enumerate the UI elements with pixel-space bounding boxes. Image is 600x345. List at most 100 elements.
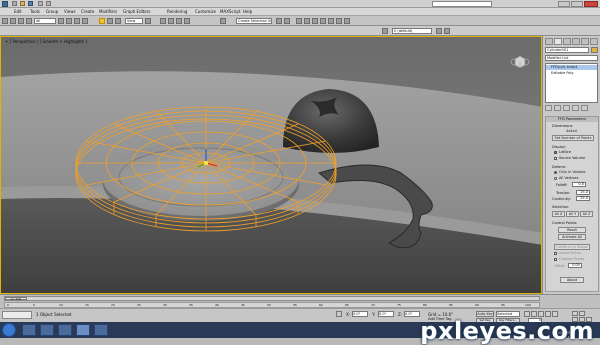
layer-dropdown[interactable]: 0 (default)	[392, 28, 432, 34]
menu-graph-editors[interactable]: Graph Editors	[123, 9, 150, 14]
taskbar-explorer-icon[interactable]	[22, 324, 36, 336]
taskbar-photoshop-icon[interactable]	[94, 324, 108, 336]
material-editor-icon[interactable]	[320, 18, 326, 24]
y-coordinate-field[interactable]: 0.0"	[378, 311, 394, 317]
remove-modifier-icon[interactable]	[572, 105, 579, 111]
add-to-layer-icon[interactable]	[436, 28, 442, 34]
menu-maxscript[interactable]: MAXScript	[220, 9, 241, 14]
start-button-icon[interactable]	[2, 323, 16, 337]
select-and-move-icon[interactable]	[99, 18, 105, 24]
time-slider[interactable]: 0 / 100	[4, 296, 540, 301]
select-and-scale-icon[interactable]	[115, 18, 121, 24]
outside-points-checkbox[interactable]	[554, 258, 557, 261]
schematic-view-icon[interactable]	[312, 18, 318, 24]
link-icon[interactable]	[18, 18, 24, 24]
select-and-rotate-icon[interactable]	[107, 18, 113, 24]
about-button[interactable]: About	[560, 277, 584, 283]
pivot-center-icon[interactable]	[145, 18, 151, 24]
object-name-field[interactable]: Cylinder001	[545, 47, 589, 53]
save-file-icon[interactable]	[28, 1, 33, 6]
layer-icon[interactable]	[382, 28, 388, 34]
reset-button[interactable]: Reset	[558, 227, 586, 233]
rectangular-selection-icon[interactable]	[74, 18, 80, 24]
conform-to-shape-button[interactable]: Conform to Shape	[554, 244, 590, 250]
tension-field[interactable]: 25.0	[576, 190, 590, 195]
menu-rendering[interactable]: Rendering	[167, 9, 187, 14]
menu-edit[interactable]: Edit	[14, 9, 22, 14]
lattice-checkbox[interactable]	[554, 151, 557, 154]
time-slider-handle[interactable]: 0 / 100	[5, 297, 27, 301]
undo-icon[interactable]	[38, 1, 43, 6]
animate-all-button[interactable]: Animate All	[558, 234, 586, 240]
stack-item-editable-poly[interactable]: Editable Poly	[546, 71, 597, 76]
mirror-icon[interactable]	[276, 18, 282, 24]
select-in-layer-icon[interactable]	[444, 28, 450, 34]
percent-snap-icon[interactable]	[176, 18, 182, 24]
all-x-button[interactable]: All X	[552, 211, 565, 217]
align-icon[interactable]	[284, 18, 290, 24]
close-button[interactable]	[584, 1, 598, 7]
maximize-button[interactable]	[571, 1, 583, 7]
pin-stack-icon[interactable]	[545, 105, 552, 111]
lock-selection-icon[interactable]	[336, 311, 342, 317]
configure-sets-icon[interactable]	[581, 105, 588, 111]
undo-toolbar-icon[interactable]	[2, 18, 8, 24]
taskbar-browser-icon[interactable]	[58, 324, 72, 336]
modify-tab-icon[interactable]	[554, 38, 562, 45]
redo-icon[interactable]	[46, 1, 51, 6]
select-by-name-icon[interactable]	[66, 18, 72, 24]
show-end-result-icon[interactable]	[554, 105, 561, 111]
new-file-icon[interactable]	[12, 1, 17, 6]
menu-help[interactable]: Help	[243, 9, 252, 14]
modifier-list-dropdown[interactable]: Modifier List	[545, 55, 598, 61]
named-selection-dropdown[interactable]: Create Selection Se	[236, 18, 272, 24]
set-number-of-points-button[interactable]: Set Number of Points	[552, 135, 594, 141]
search-field[interactable]	[432, 1, 492, 7]
menu-modifiers[interactable]: Modifiers	[99, 9, 117, 14]
app-logo-icon[interactable]	[2, 1, 8, 7]
stack-item-ffd[interactable]: FFD(cyl) 4x4x4	[546, 65, 597, 70]
hierarchy-tab-icon[interactable]	[563, 38, 571, 45]
render-production-icon[interactable]	[344, 18, 350, 24]
all-vertices-radio[interactable]	[554, 177, 557, 180]
falloff-field[interactable]: 0.0	[572, 182, 586, 187]
menu-tools[interactable]: Tools	[30, 9, 40, 14]
menu-customize[interactable]: Customize	[195, 9, 216, 14]
source-volume-checkbox[interactable]	[554, 157, 557, 160]
render-frame-icon[interactable]	[336, 18, 342, 24]
object-color-swatch[interactable]	[591, 47, 598, 53]
zoom-icon[interactable]	[572, 311, 578, 316]
spinner-snap-icon[interactable]	[184, 18, 190, 24]
snap-toggle-icon[interactable]	[160, 18, 166, 24]
viewport-label[interactable]: + [ Perspective ] [ Smooth + Highlights …	[5, 39, 87, 44]
curve-editor-icon[interactable]	[304, 18, 310, 24]
redo-toolbar-icon[interactable]	[10, 18, 16, 24]
menu-views[interactable]: Views	[64, 9, 76, 14]
z-coordinate-field[interactable]: 0.0"	[404, 311, 420, 317]
angle-snap-icon[interactable]	[168, 18, 174, 24]
unlink-icon[interactable]	[26, 18, 32, 24]
x-coordinate-field[interactable]: 0.0"	[352, 311, 368, 317]
render-setup-icon[interactable]	[328, 18, 334, 24]
selection-filter-dropdown[interactable]: All	[34, 18, 56, 24]
minimize-button[interactable]	[558, 1, 570, 7]
menu-create[interactable]: Create	[81, 9, 94, 14]
taskbar-3dsmax-icon[interactable]	[76, 324, 90, 336]
menu-group[interactable]: Group	[46, 9, 58, 14]
open-file-icon[interactable]	[20, 1, 25, 6]
zoom-all-icon[interactable]	[579, 311, 585, 316]
edit-named-selection-icon[interactable]	[220, 18, 226, 24]
all-y-button[interactable]: All Y	[566, 211, 579, 217]
all-z-button[interactable]: All Z	[580, 211, 593, 217]
perspective-viewport[interactable]: + [ Perspective ] [ Smooth + Highlights …	[0, 36, 542, 294]
create-tab-icon[interactable]	[545, 38, 553, 45]
taskbar-media-icon[interactable]	[40, 324, 54, 336]
maxscript-listener[interactable]	[2, 311, 32, 319]
offset-field[interactable]: 0.05	[568, 263, 582, 268]
motion-tab-icon[interactable]	[572, 38, 580, 45]
only-in-volume-radio[interactable]	[554, 171, 557, 174]
inside-points-checkbox[interactable]	[554, 252, 557, 255]
display-tab-icon[interactable]	[581, 38, 589, 45]
utilities-tab-icon[interactable]	[590, 38, 598, 45]
make-unique-icon[interactable]	[563, 105, 570, 111]
